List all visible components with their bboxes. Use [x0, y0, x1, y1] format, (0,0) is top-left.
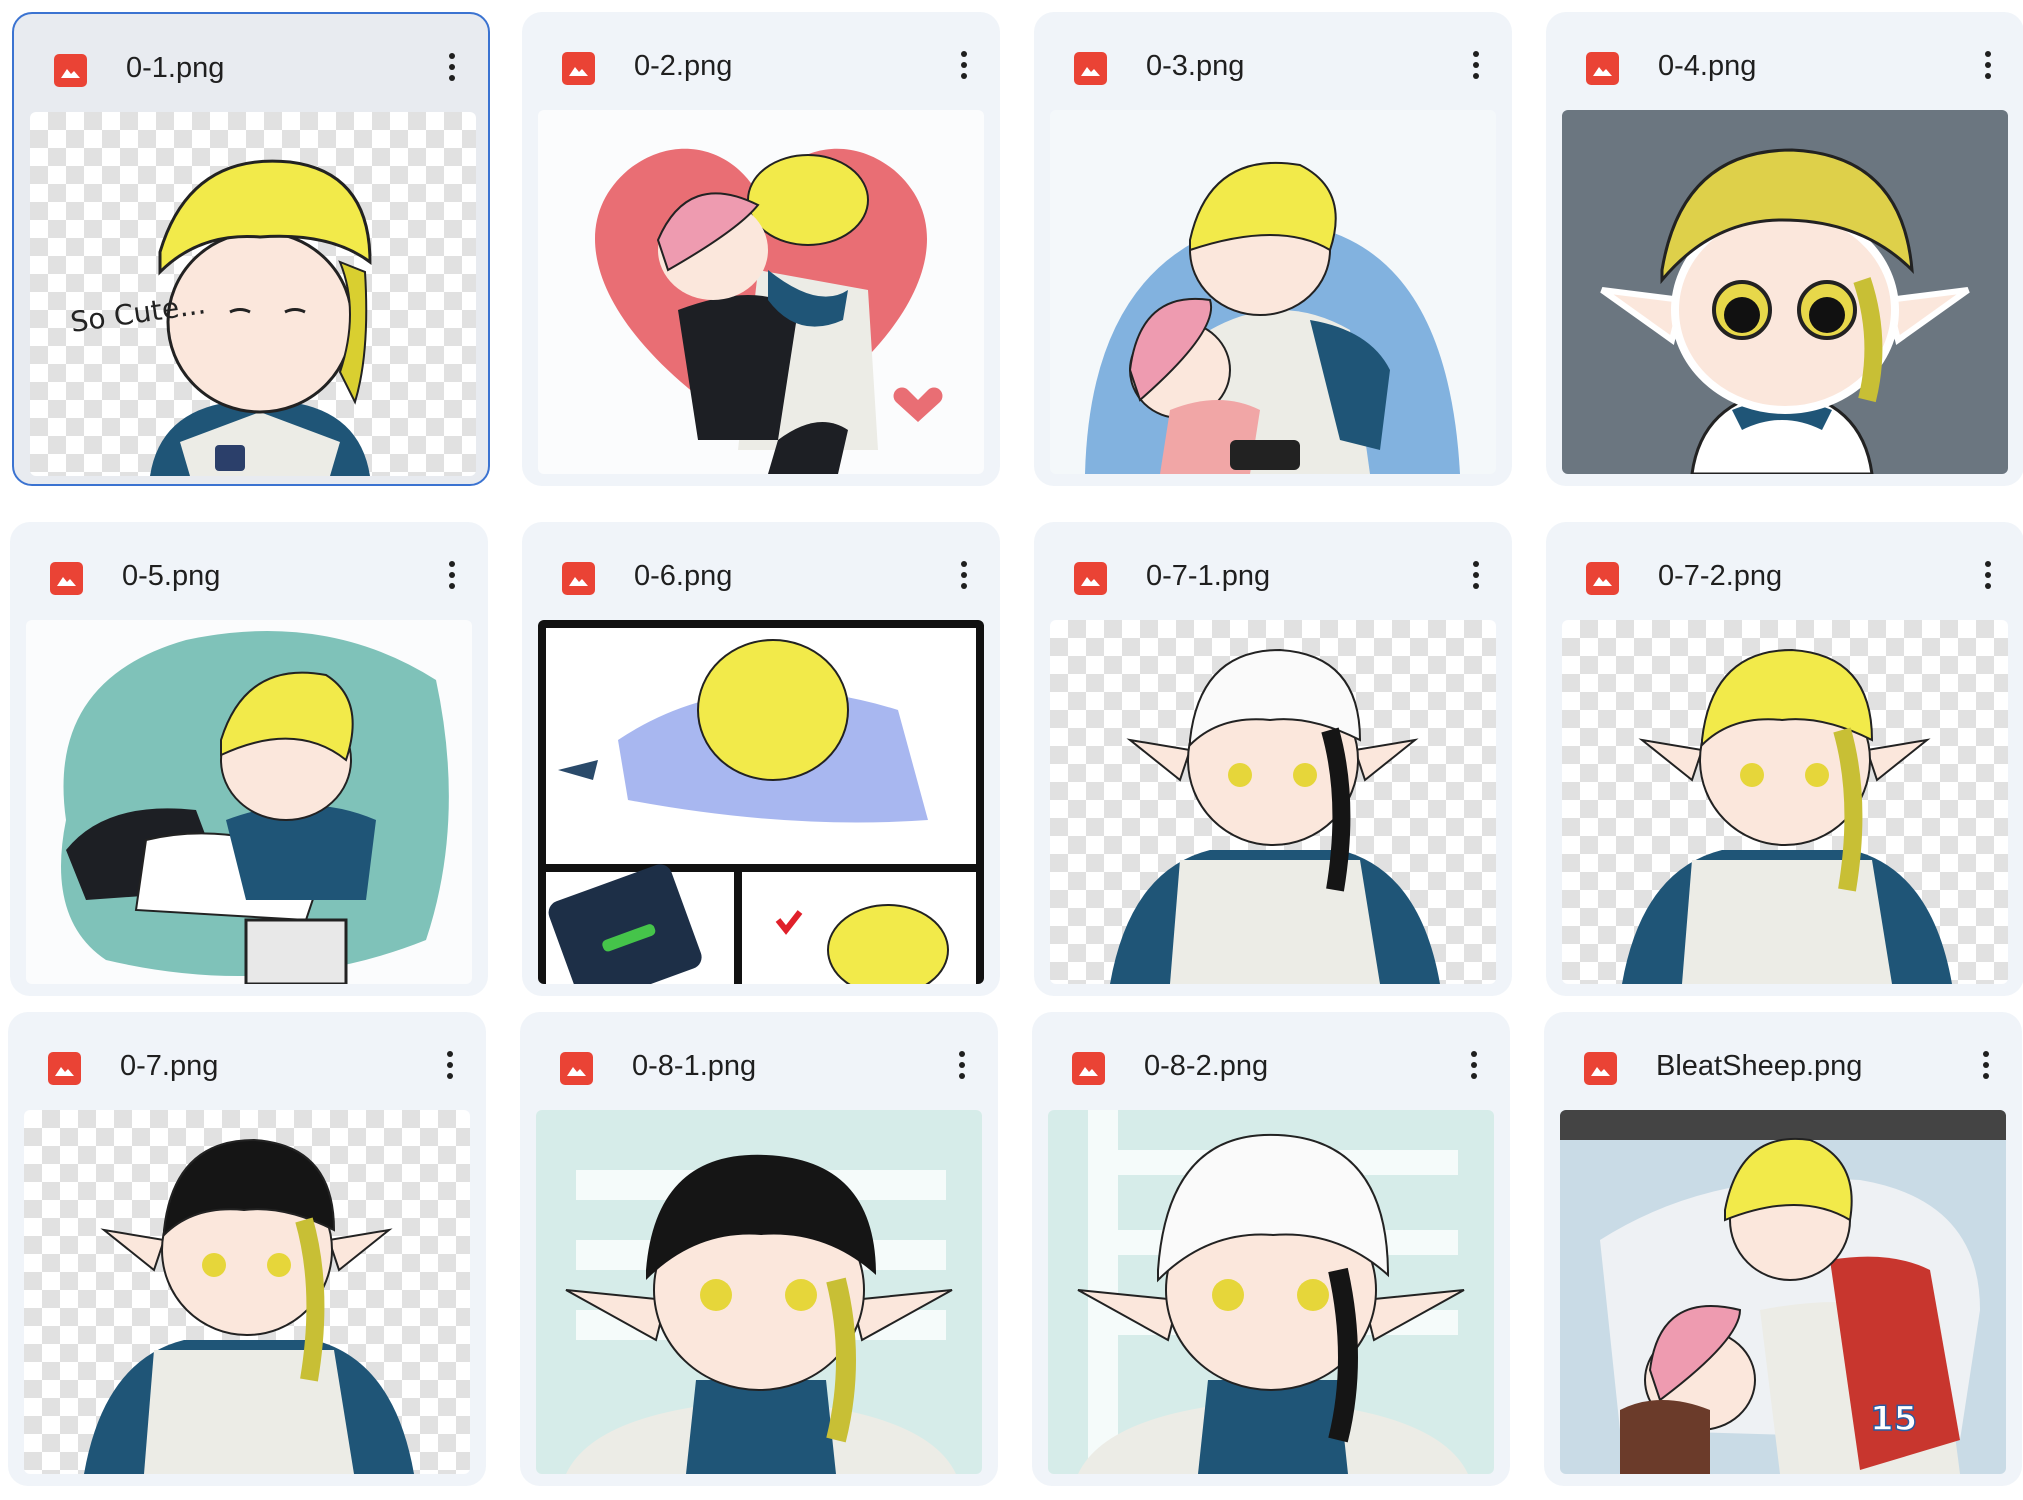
more-vert-icon[interactable]	[954, 1046, 970, 1090]
image-icon	[560, 1052, 593, 1085]
file-card-0-6[interactable]: 0-6.png	[522, 522, 1000, 996]
file-name: 0-3.png	[1146, 50, 1245, 82]
file-thumbnail[interactable]: 15	[1560, 1110, 2006, 1474]
file-card-0-1[interactable]: 0-1.png So Cute...	[12, 12, 490, 486]
image-icon	[48, 1052, 81, 1085]
file-card-0-2[interactable]: 0-2.png	[522, 12, 1000, 486]
file-card-0-7[interactable]: 0-7.png	[8, 1012, 486, 1486]
file-thumbnail[interactable]	[1562, 110, 2008, 474]
file-thumbnail[interactable]	[538, 620, 984, 984]
file-card-0-3[interactable]: 0-3.png	[1034, 12, 1512, 486]
image-icon	[562, 52, 595, 85]
file-thumbnail[interactable]	[26, 620, 472, 984]
file-name: 0-7-2.png	[1658, 560, 1783, 592]
file-thumbnail[interactable]	[536, 1110, 982, 1474]
image-icon	[54, 54, 87, 87]
file-card-0-7-1[interactable]: 0-7-1.png	[1034, 522, 1512, 996]
file-thumbnail[interactable]	[24, 1110, 470, 1474]
file-thumbnail[interactable]	[538, 110, 984, 474]
file-thumbnail[interactable]	[1050, 620, 1496, 984]
file-card-0-4[interactable]: 0-4.png	[1546, 12, 2023, 486]
file-card-bleatsheep[interactable]: BleatSheep.png 15	[1544, 1012, 2022, 1486]
image-icon	[1074, 562, 1107, 595]
file-name: 0-6.png	[634, 560, 733, 592]
file-thumbnail[interactable]	[1562, 620, 2008, 984]
more-vert-icon[interactable]	[444, 48, 460, 92]
image-icon	[50, 562, 83, 595]
file-name: 0-1.png	[126, 52, 225, 84]
file-name: 0-7-1.png	[1146, 560, 1271, 592]
file-card-0-8-2[interactable]: 0-8-2.png	[1032, 1012, 1510, 1486]
file-name: 0-8-1.png	[632, 1050, 757, 1082]
more-vert-icon[interactable]	[1468, 46, 1484, 90]
file-name: 0-5.png	[122, 560, 221, 592]
file-card-0-8-1[interactable]: 0-8-1.png	[520, 1012, 998, 1486]
image-icon	[562, 562, 595, 595]
more-vert-icon[interactable]	[956, 556, 972, 600]
jersey-number: 15	[1870, 1399, 1917, 1439]
more-vert-icon[interactable]	[956, 46, 972, 90]
file-thumbnail[interactable]	[1050, 110, 1496, 474]
more-vert-icon[interactable]	[1980, 46, 1996, 90]
more-vert-icon[interactable]	[1980, 556, 1996, 600]
more-vert-icon[interactable]	[442, 1046, 458, 1090]
image-icon	[1586, 562, 1619, 595]
image-icon	[1074, 52, 1107, 85]
more-vert-icon[interactable]	[1468, 556, 1484, 600]
file-name: 0-4.png	[1658, 50, 1757, 82]
image-icon	[1584, 1052, 1617, 1085]
image-icon	[1586, 52, 1619, 85]
file-name: 0-8-2.png	[1144, 1050, 1269, 1082]
image-icon	[1072, 1052, 1105, 1085]
file-thumbnail[interactable]	[1048, 1110, 1494, 1474]
file-card-0-5[interactable]: 0-5.png	[10, 522, 488, 996]
file-card-0-7-2[interactable]: 0-7-2.png	[1546, 522, 2023, 996]
file-name: 0-2.png	[634, 50, 733, 82]
file-thumbnail[interactable]: So Cute...	[30, 112, 476, 476]
more-vert-icon[interactable]	[444, 556, 460, 600]
file-name: 0-7.png	[120, 1050, 219, 1082]
more-vert-icon[interactable]	[1466, 1046, 1482, 1090]
more-vert-icon[interactable]	[1978, 1046, 1994, 1090]
file-name: BleatSheep.png	[1656, 1050, 1863, 1082]
